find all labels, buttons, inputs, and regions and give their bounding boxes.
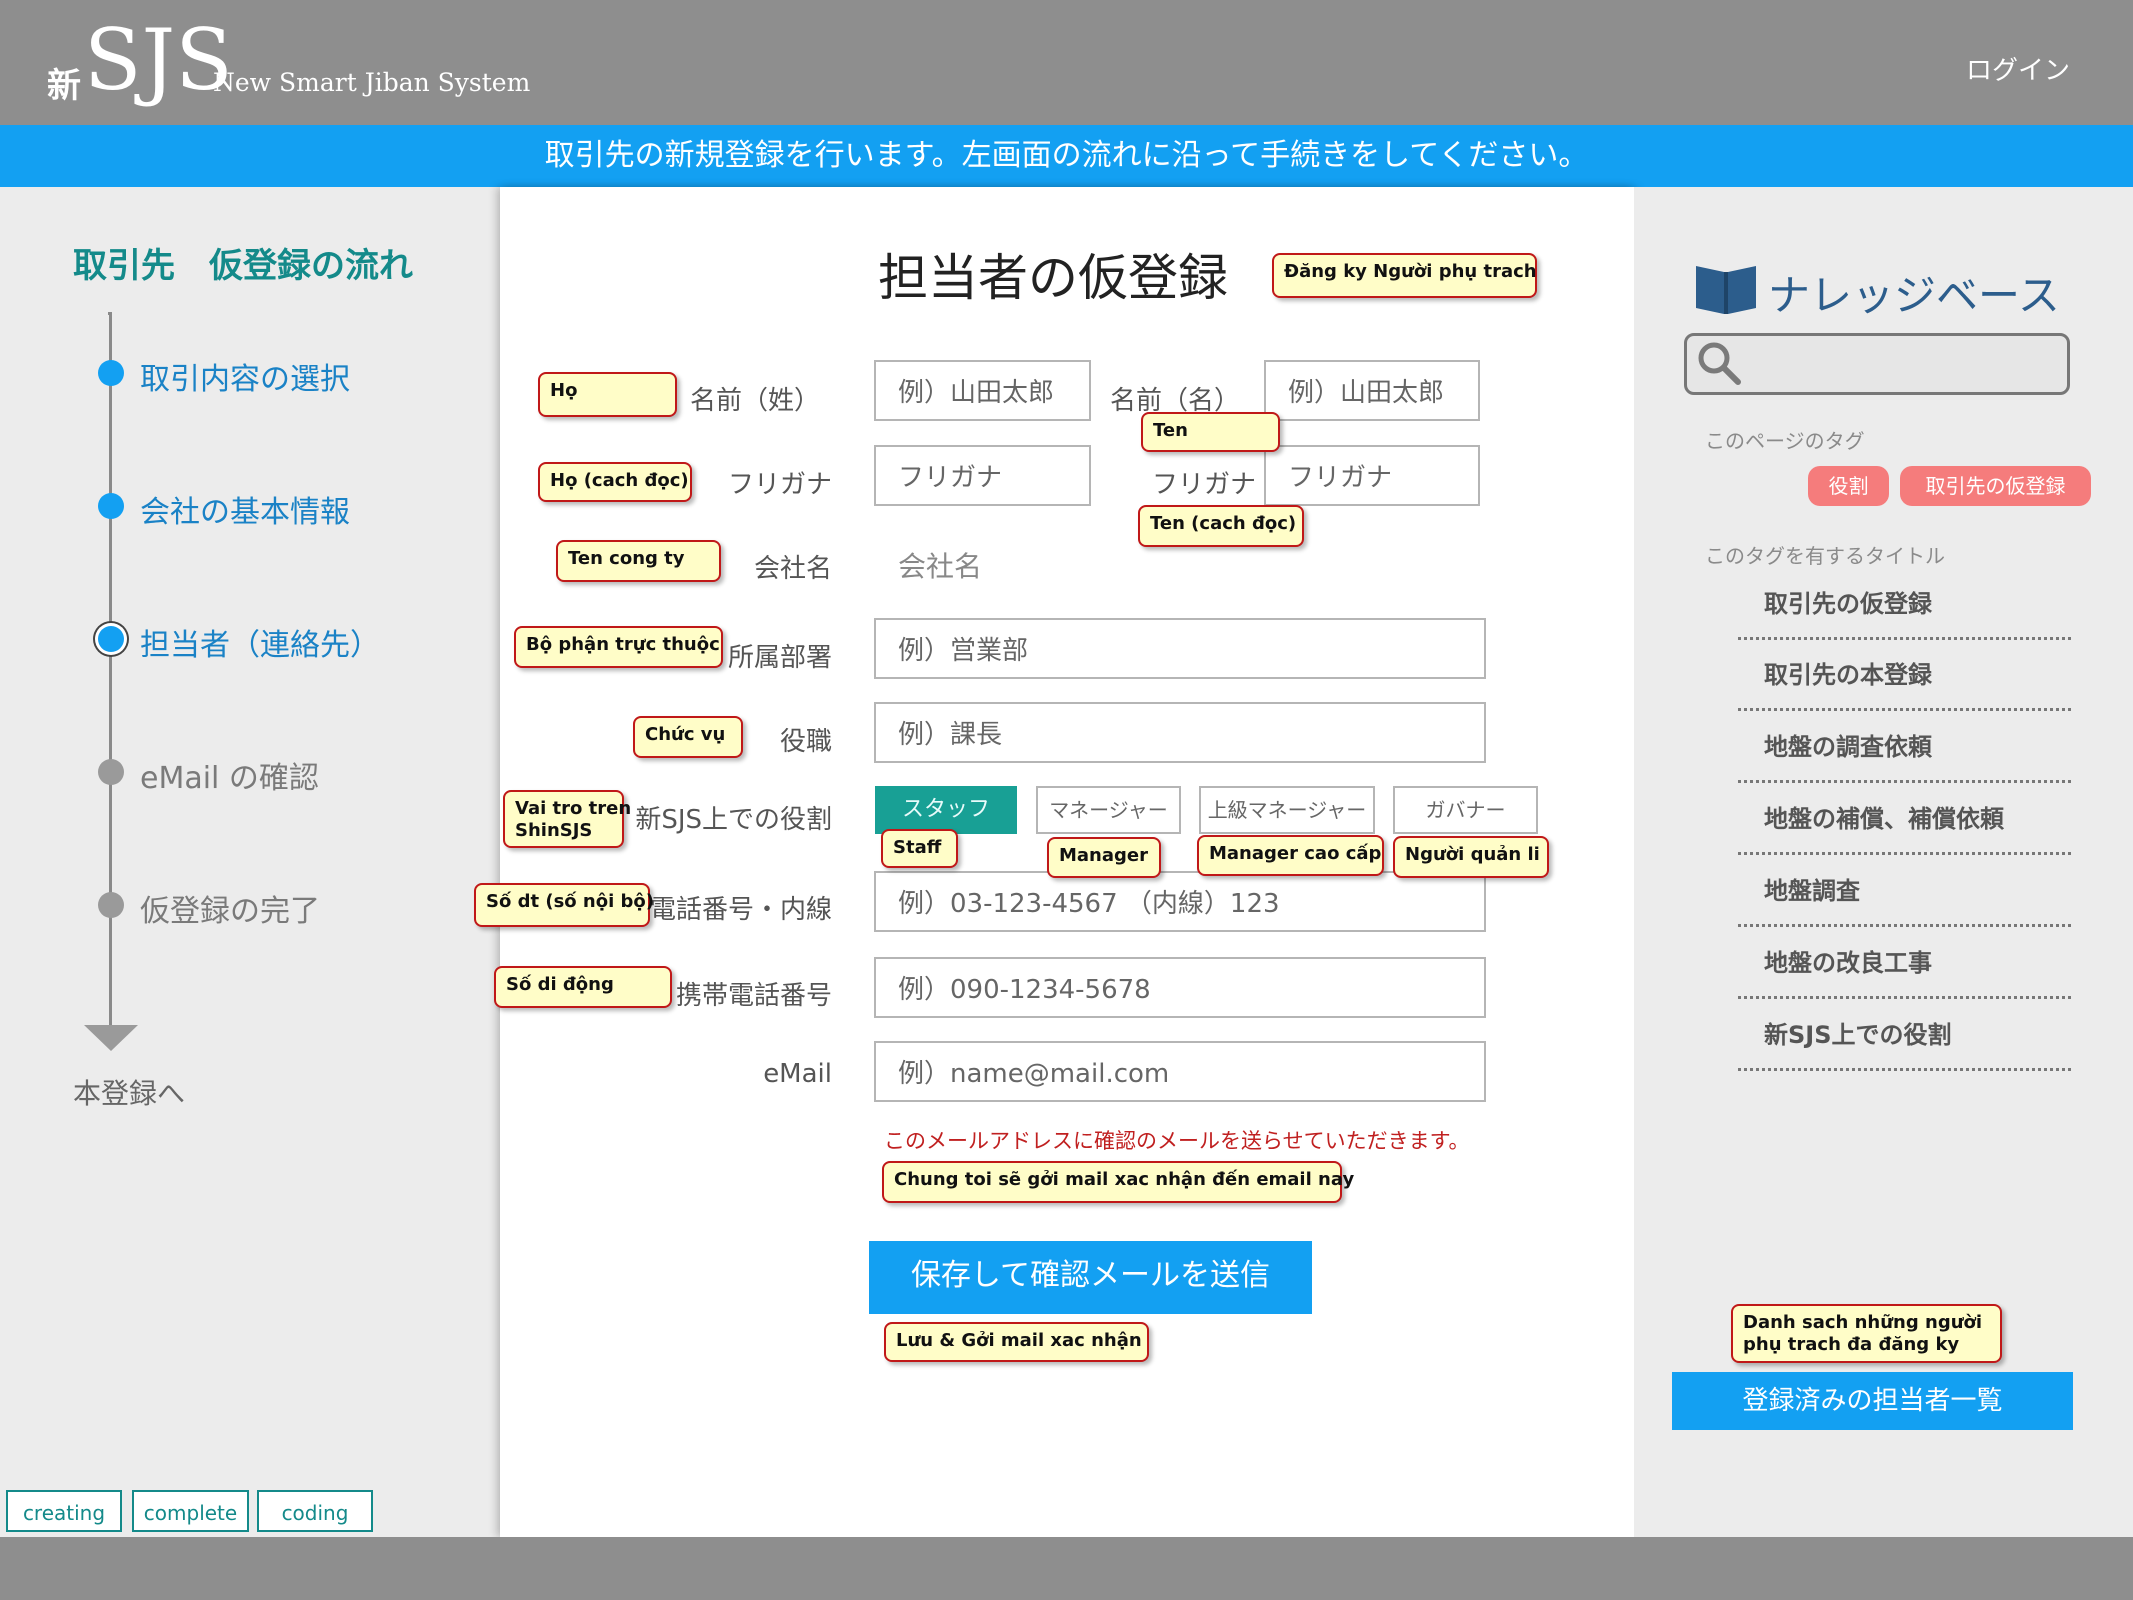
titles-heading: このタグを有するタイトル bbox=[1705, 544, 1945, 568]
note-company: Ten cong ty bbox=[556, 540, 721, 582]
logo: SJS bbox=[84, 11, 233, 109]
note-last-kana: Họ (cach đọc) bbox=[538, 462, 692, 502]
note-submit: Lưu & Gởi mail xac nhận bbox=[884, 1322, 1149, 1362]
registered-contacts-list-button[interactable]: 登録済みの担当者一覧 bbox=[1672, 1372, 2073, 1430]
first-name-input[interactable]: 例）山田太郎 bbox=[1264, 360, 1480, 421]
first-kana-input[interactable]: フリガナ bbox=[1264, 445, 1480, 506]
kb-link-item[interactable]: 取引先の仮登録 bbox=[1738, 584, 2071, 640]
step-dot-todo bbox=[98, 892, 124, 918]
note-department: Bộ phận trực thuộc bbox=[514, 626, 723, 668]
knowledge-base-title: ナレッジベース bbox=[1768, 271, 2060, 320]
kb-link-item[interactable]: 地盤の補償、補償依頼 bbox=[1738, 799, 2071, 855]
kb-link-item[interactable]: 地盤調査 bbox=[1738, 871, 2071, 927]
status-coding-button[interactable]: coding bbox=[257, 1490, 373, 1532]
tags-heading: このページのタグ bbox=[1705, 429, 1865, 453]
company-value: 会社名 bbox=[898, 550, 983, 583]
step-dot-done bbox=[98, 493, 124, 519]
logo-subtitle: New Smart Jiban System bbox=[213, 68, 531, 97]
role-governor-button[interactable]: ガバナー bbox=[1393, 786, 1538, 834]
footer-bar bbox=[0, 1537, 2133, 1600]
flow-step-contact-person[interactable]: 担当者（連絡先） bbox=[140, 620, 380, 664]
kb-link-item[interactable]: 地盤の改良工事 bbox=[1738, 943, 2071, 999]
save-send-button[interactable]: 保存して確認メールを送信 bbox=[869, 1241, 1312, 1314]
note-last-name: Họ bbox=[538, 372, 677, 417]
note-manager: Manager bbox=[1047, 837, 1161, 878]
login-link[interactable]: ログイン bbox=[1966, 50, 2070, 87]
step-dot-done bbox=[98, 360, 124, 386]
flow-step-select-transaction[interactable]: 取引内容の選択 bbox=[140, 354, 350, 398]
position-input[interactable]: 例）課長 bbox=[874, 702, 1486, 763]
note-email: Chung toi sẽ gởi mail xac nhận đến email… bbox=[882, 1161, 1354, 1203]
flow-end-label: 本登録へ bbox=[73, 1077, 186, 1110]
note-list-line1: Danh sach những người bbox=[1743, 1312, 1983, 1333]
last-name-input[interactable]: 例）山田太郎 bbox=[874, 360, 1091, 421]
last-kana-input[interactable]: フリガナ bbox=[874, 445, 1091, 506]
note-position: Chức vụ bbox=[633, 716, 743, 758]
page-title: 担当者の仮登録 bbox=[878, 249, 1228, 307]
role-manager-button[interactable]: マネージャー bbox=[1036, 786, 1181, 834]
status-creating-button[interactable]: creating bbox=[6, 1490, 122, 1532]
flow-arrow-down-icon bbox=[84, 1025, 138, 1051]
note-role: Vai tro tren ShinSJS bbox=[503, 790, 632, 848]
email-input[interactable]: 例）name@mail.com bbox=[874, 1041, 1486, 1102]
role-senior-manager-button[interactable]: 上級マネージャー bbox=[1199, 786, 1375, 834]
department-input[interactable]: 例）営業部 bbox=[874, 618, 1486, 679]
role-staff-button[interactable]: スタッフ bbox=[875, 786, 1017, 834]
flow-title: 取引先 仮登録の流れ bbox=[73, 246, 413, 286]
phone-input[interactable]: 例）03-123-4567 （内線）123 bbox=[874, 871, 1486, 932]
step-dot-current bbox=[98, 626, 124, 652]
note-mobile: Số di động bbox=[494, 966, 672, 1008]
note-staff: Staff bbox=[881, 829, 958, 868]
book-icon bbox=[1696, 266, 1756, 314]
info-banner: 取引先の新規登録を行います。左画面の流れに沿って手続きをしてください。 bbox=[0, 125, 2133, 187]
tag-role[interactable]: 役割 bbox=[1808, 466, 1889, 506]
note-list-line2: phụ trach đa đăng ky bbox=[1743, 1333, 1960, 1355]
first-kana-label: フリガナ bbox=[1151, 470, 1256, 500]
note-role-line1: Vai tro tren bbox=[515, 798, 632, 819]
header bbox=[0, 0, 2133, 125]
note-list-button: Danh sach những người phụ trach đa đăng … bbox=[1731, 1304, 2002, 1363]
note-phone: Số dt (số nội bộ) bbox=[474, 883, 654, 927]
note-first-name: Ten bbox=[1141, 412, 1280, 452]
flow-line-cap bbox=[108, 312, 112, 315]
kb-link-item[interactable]: 新SJS上での役割 bbox=[1738, 1015, 2071, 1071]
flow-step-company-info[interactable]: 会社の基本情報 bbox=[140, 487, 350, 531]
logo-kanji: 新 bbox=[47, 66, 81, 106]
step-dot-todo bbox=[98, 759, 124, 785]
kb-link-item[interactable]: 地盤の調査依頼 bbox=[1738, 727, 2071, 783]
search-icon bbox=[1698, 342, 1741, 385]
tag-provisional-registration[interactable]: 取引先の仮登録 bbox=[1900, 466, 2091, 506]
kb-link-item[interactable]: 取引先の本登録 bbox=[1738, 655, 2071, 711]
note-first-kana: Ten (cach đọc) bbox=[1138, 505, 1304, 547]
flow-step-complete: 仮登録の完了 bbox=[140, 894, 320, 929]
note-role-line2: ShinSJS bbox=[515, 819, 593, 841]
note-senior-manager: Manager cao cấp bbox=[1197, 835, 1384, 876]
flow-step-email-confirm: eMail の確認 bbox=[140, 761, 319, 796]
status-complete-button[interactable]: complete bbox=[132, 1490, 249, 1532]
role-label: 新SJS上での役割 bbox=[635, 805, 832, 835]
flow-line bbox=[109, 313, 112, 1025]
email-label: eMail bbox=[763, 1059, 832, 1089]
mobile-input[interactable]: 例）090-1234-5678 bbox=[874, 957, 1486, 1018]
note-title: Đăng ky Người phụ trach bbox=[1272, 253, 1537, 298]
email-note: このメールアドレスに確認のメールを送らせていただきます。 bbox=[884, 1129, 1470, 1153]
note-governor: Người quản li bbox=[1393, 836, 1549, 878]
